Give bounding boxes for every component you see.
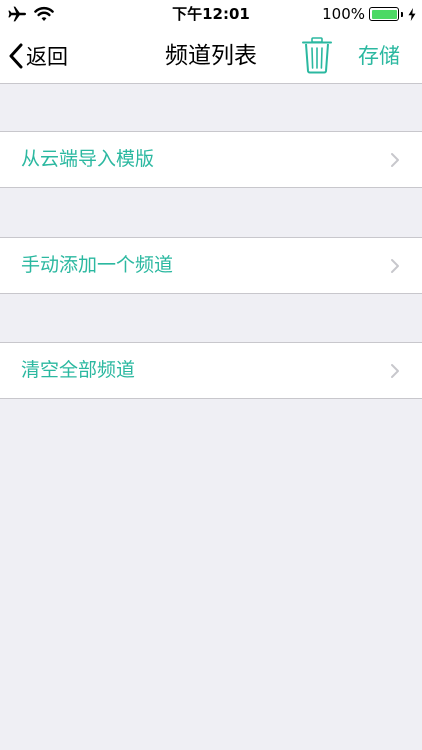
back-button[interactable]: 返回 — [8, 38, 68, 74]
status-bar: 下午12:01 100% — [0, 0, 422, 28]
menu-item-label: 从云端导入模版 — [21, 148, 155, 170]
chevron-right-icon — [391, 364, 399, 378]
menu-item-clear-channels[interactable]: 清空全部频道 — [0, 342, 422, 399]
menu-item-add-channel[interactable]: 手动添加一个频道 — [0, 237, 422, 294]
battery-icon — [369, 7, 399, 21]
status-right: 100% — [322, 4, 416, 24]
chevron-right-icon — [391, 259, 399, 273]
delete-button[interactable] — [300, 36, 334, 74]
charging-bolt-icon — [408, 7, 416, 21]
menu-item-import-template[interactable]: 从云端导入模版 — [0, 131, 422, 188]
battery-fill — [371, 9, 397, 19]
menu-item-label: 清空全部频道 — [21, 359, 136, 381]
battery-cap — [401, 11, 403, 17]
navigation-bar: 返回 频道列表 存储 — [0, 28, 422, 84]
chevron-right-icon — [391, 153, 399, 167]
back-label: 返回 — [26, 45, 68, 69]
menu-item-label: 手动添加一个频道 — [21, 254, 174, 276]
battery-percent: 100% — [322, 5, 365, 23]
save-button[interactable]: 存储 — [358, 42, 400, 70]
chevron-left-icon — [9, 43, 23, 69]
trash-icon — [302, 37, 332, 74]
